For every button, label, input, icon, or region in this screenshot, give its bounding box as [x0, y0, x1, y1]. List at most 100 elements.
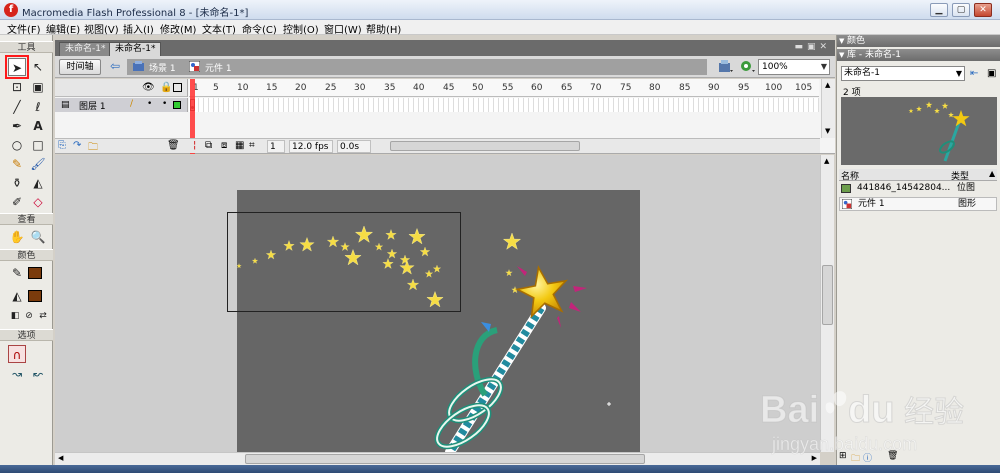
- outline-toggle-icon[interactable]: [173, 83, 182, 92]
- close-button[interactable]: ✕: [974, 3, 992, 17]
- text-tool-icon[interactable]: A: [29, 117, 47, 135]
- tab-document-1[interactable]: 未命名-1*: [59, 42, 112, 56]
- fill-color-icon[interactable]: ◭: [8, 287, 26, 305]
- breadcrumb-scene[interactable]: 场景 1: [149, 61, 176, 74]
- vscroll-thumb[interactable]: [822, 265, 833, 325]
- add-guide-layer-icon[interactable]: ↷: [73, 140, 81, 151]
- library-panel-title[interactable]: 库 - 未命名-1: [837, 49, 1000, 61]
- gradient-transform-tool-icon[interactable]: ▣: [29, 78, 47, 96]
- zoom-select[interactable]: 100% ▼: [758, 59, 830, 75]
- rectangle-tool-icon[interactable]: □: [29, 136, 47, 154]
- pin-icon[interactable]: ⇤: [970, 68, 978, 79]
- eyedropper-tool-icon[interactable]: ✐: [8, 193, 26, 211]
- selection-tool-icon[interactable]: ➤: [5, 55, 29, 79]
- edit-scene-icon[interactable]: [718, 60, 734, 74]
- oval-tool-icon[interactable]: ○: [8, 136, 26, 154]
- pencil-edit-icon: /: [130, 99, 134, 109]
- zoom-tool-icon[interactable]: 🔍: [29, 228, 47, 246]
- line-tool-icon[interactable]: ╱: [8, 98, 26, 116]
- onion-skin-icon[interactable]: ⧉: [205, 140, 212, 151]
- frame-grid[interactable]: [189, 98, 819, 112]
- menu-view[interactable]: 视图(V): [84, 21, 119, 36]
- edit-symbol-icon[interactable]: [740, 60, 756, 74]
- paint-bucket-tool-icon[interactable]: ◭: [29, 174, 47, 192]
- stroke-color-swatch[interactable]: [28, 267, 42, 279]
- timeline-hscroll-thumb[interactable]: [390, 141, 580, 151]
- frame-number: 10: [237, 83, 249, 93]
- window-title: Macromedia Flash Professional 8 - [未命名-1…: [22, 8, 249, 19]
- color-panel-title[interactable]: 颜色: [837, 35, 1000, 47]
- onion-outline-icon[interactable]: ⧈: [221, 140, 227, 151]
- stage-horizontal-scrollbar[interactable]: ◀ ▶: [55, 452, 820, 465]
- smooth-option-icon[interactable]: ↝: [8, 365, 26, 383]
- scroll-down-icon[interactable]: ▼: [825, 127, 830, 135]
- tab-document-2[interactable]: 未命名-1*: [109, 42, 162, 56]
- flash-logo-icon: f: [4, 3, 18, 17]
- menu-control[interactable]: 控制(O): [283, 21, 319, 36]
- eraser-tool-icon[interactable]: ◇: [29, 193, 47, 211]
- delete-layer-icon[interactable]: 🗑: [167, 140, 180, 151]
- menu-edit[interactable]: 编辑(E): [46, 21, 80, 36]
- sort-icon[interactable]: ▲: [989, 169, 995, 178]
- menu-insert[interactable]: 插入(I): [123, 21, 154, 36]
- free-transform-tool-icon[interactable]: ⊡: [8, 78, 26, 96]
- frame-number: 35: [384, 83, 396, 93]
- frame-ruler[interactable]: 1 5 10 15 20 25 30 35 40 45 50 55 60 65 …: [189, 79, 819, 97]
- straighten-option-icon[interactable]: ↜: [29, 365, 47, 383]
- center-frame-icon[interactable]: ¦: [193, 140, 196, 151]
- visible-dot-icon[interactable]: •: [147, 99, 152, 109]
- edit-bar: 时间轴 ⇦ 场景 1 元件 1 100% ▼: [55, 56, 835, 78]
- document-window-controls[interactable]: ▬▣✕: [794, 42, 831, 52]
- scroll-left-icon[interactable]: ◀: [58, 454, 63, 462]
- menu-file[interactable]: 文件(F): [7, 21, 41, 36]
- menu-modify[interactable]: 修改(M): [160, 21, 196, 36]
- zoom-value: 100%: [762, 62, 788, 72]
- layer-icon: ▤: [61, 100, 70, 110]
- minimize-button[interactable]: ▁: [930, 3, 948, 17]
- layer-row[interactable]: ▤ 图层 1 / • •: [55, 98, 188, 112]
- layer-color-swatch[interactable]: [173, 101, 181, 109]
- hand-tool-icon[interactable]: ✋: [8, 228, 26, 246]
- library-item[interactable]: 441846_14542804... 位图: [839, 182, 997, 196]
- add-layer-icon[interactable]: ⎘: [58, 140, 66, 151]
- fps-field[interactable]: 12.0 fps: [289, 140, 333, 153]
- layer-name[interactable]: 图层 1: [79, 99, 106, 112]
- scroll-up-icon[interactable]: ▲: [825, 81, 830, 89]
- frame-number: 95: [738, 83, 750, 93]
- subselection-tool-icon[interactable]: ↖: [29, 58, 47, 76]
- pencil-tool-icon[interactable]: ✎: [8, 155, 26, 173]
- menu-text[interactable]: 文本(T): [202, 21, 236, 36]
- column-type[interactable]: 类型: [951, 169, 969, 182]
- ink-bottle-tool-icon[interactable]: ⚱: [8, 174, 26, 192]
- library-document-select[interactable]: 未命名-1 ▼: [841, 66, 965, 81]
- menu-help[interactable]: 帮助(H): [366, 21, 401, 36]
- menu-commands[interactable]: 命令(C): [242, 21, 277, 36]
- fill-color-swatch[interactable]: [28, 290, 42, 302]
- library-item[interactable]: 元件 1 图形: [839, 197, 997, 211]
- lasso-tool-icon[interactable]: ℓ: [29, 98, 47, 116]
- brush-tool-icon[interactable]: 🖌: [29, 155, 47, 173]
- swap-colors-icon[interactable]: ⇄: [34, 307, 52, 325]
- snap-magnet-icon[interactable]: ∩: [8, 345, 26, 363]
- timeline-scrollbar[interactable]: ▲ ▼: [821, 79, 835, 138]
- library-item-type: 图形: [958, 199, 977, 209]
- breadcrumb-symbol[interactable]: 元件 1: [205, 61, 232, 74]
- frame-number: 80: [649, 83, 661, 93]
- new-library-panel-icon[interactable]: ▣: [987, 68, 996, 79]
- onion-markers-icon[interactable]: ⌗: [249, 140, 255, 151]
- back-arrow-icon[interactable]: ⇦: [107, 59, 123, 75]
- lock-icon[interactable]: 🔒: [160, 82, 172, 93]
- menu-window[interactable]: 窗口(W): [324, 21, 362, 36]
- maximize-button[interactable]: ▢: [952, 3, 970, 17]
- current-frame-field: 1: [267, 140, 285, 153]
- stroke-color-icon[interactable]: ✎: [8, 264, 26, 282]
- pen-tool-icon[interactable]: ✒: [8, 117, 26, 135]
- lock-dot-icon[interactable]: •: [162, 99, 167, 109]
- timeline-toggle-button[interactable]: 时间轴: [59, 59, 101, 75]
- pasteboard[interactable]: [55, 155, 820, 457]
- eye-icon[interactable]: 👁: [142, 82, 155, 93]
- scroll-up-icon[interactable]: ▲: [824, 157, 829, 165]
- hscroll-thumb[interactable]: [245, 454, 645, 464]
- edit-multiple-frames-icon[interactable]: ▦: [235, 140, 244, 151]
- column-name[interactable]: 名称: [841, 169, 859, 182]
